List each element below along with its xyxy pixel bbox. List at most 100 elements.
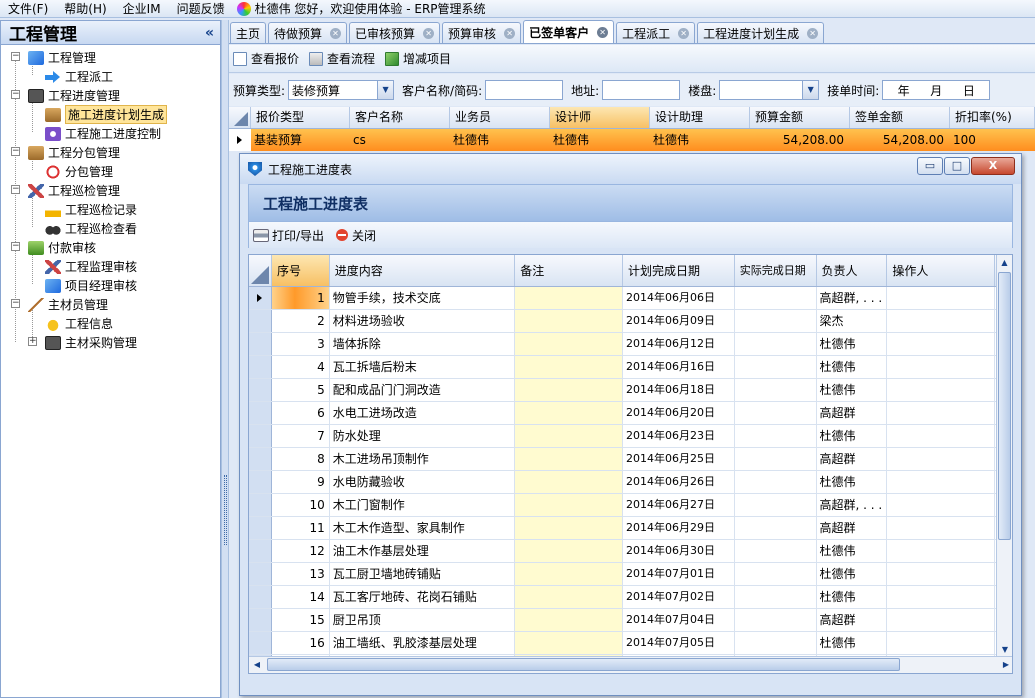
row-selector[interactable] xyxy=(249,517,272,539)
collapse-node-icon[interactable]: − xyxy=(11,185,20,194)
column-header-plan-date[interactable]: 计划完成日期 xyxy=(623,255,735,286)
table-row[interactable]: 9 水电防藏验收 2014年06月26日 杜德伟 xyxy=(249,471,1012,494)
table-row[interactable]: 6 水电工进场改造 2014年06月20日 高超群 xyxy=(249,402,1012,425)
tree-item-payment-review[interactable]: − 付款审核 xyxy=(1,238,220,257)
maximize-button[interactable]: □ xyxy=(944,157,970,175)
expand-node-icon[interactable]: + xyxy=(28,337,37,346)
row-selector[interactable] xyxy=(249,448,272,470)
cell-note[interactable] xyxy=(515,425,624,447)
tree-item-manager-review[interactable]: 项目经理审核 xyxy=(1,276,220,295)
user-status-icon[interactable] xyxy=(236,1,251,16)
column-header[interactable]: 业务员 xyxy=(450,107,550,128)
cell-actual-date[interactable] xyxy=(735,494,817,516)
cell-actual-date[interactable] xyxy=(735,586,817,608)
tree-item-material-purchase[interactable]: + 主材采购管理 xyxy=(1,333,220,352)
table-row[interactable]: 14 瓦工客厅地砖、花岗石铺贴 2014年07月02日 杜德伟 xyxy=(249,586,1012,609)
address-input[interactable] xyxy=(602,80,681,100)
row-selector[interactable] xyxy=(249,379,272,401)
collapse-node-icon[interactable]: − xyxy=(11,147,20,156)
cell-actual-date[interactable] xyxy=(735,356,817,378)
budget-type-select[interactable]: 装修预算 ▼ xyxy=(288,80,395,100)
cell-actual-date[interactable] xyxy=(735,448,817,470)
horizontal-scrollbar[interactable]: ◀ ▶ xyxy=(249,656,1012,673)
tree-item-schedule-generate[interactable]: 施工进度计划生成 xyxy=(1,105,220,124)
table-row[interactable]: 15 厨卫吊顶 2014年07月04日 高超群 xyxy=(249,609,1012,632)
close-icon[interactable]: ✕ xyxy=(504,27,516,39)
tree-item-project-management[interactable]: − 工程管理 xyxy=(1,48,220,67)
column-header[interactable]: 客户名称 xyxy=(350,107,450,128)
cell-note[interactable] xyxy=(515,494,624,516)
view-flow-button[interactable]: 查看流程 xyxy=(309,50,375,67)
cell-actual-date[interactable] xyxy=(735,287,817,309)
row-selector[interactable] xyxy=(249,333,272,355)
window-close-button[interactable]: X xyxy=(971,157,1015,175)
cell-actual-date[interactable] xyxy=(735,379,817,401)
table-row[interactable]: 7 防水处理 2014年06月23日 杜德伟 xyxy=(249,425,1012,448)
column-header-operator[interactable]: 操作人 xyxy=(887,255,996,286)
cell-operator[interactable] xyxy=(887,425,996,447)
cell-note[interactable] xyxy=(515,563,624,585)
menu-feedback[interactable]: 问题反馈 xyxy=(169,0,233,17)
table-row[interactable]: 2 材料进场验收 2014年06月09日 梁杰 xyxy=(249,310,1012,333)
column-header-note[interactable]: 备注 xyxy=(515,255,624,286)
column-header[interactable]: 签单金额 xyxy=(850,107,950,128)
cell-operator[interactable] xyxy=(887,494,996,516)
column-header[interactable]: 折扣率(%) xyxy=(950,107,1035,128)
cell-actual-date[interactable] xyxy=(735,609,817,631)
table-row[interactable]: 16 油工墙纸、乳胶漆基层处理 2014年07月05日 杜德伟 xyxy=(249,632,1012,655)
chevron-down-icon[interactable]: ▼ xyxy=(377,81,394,99)
tree-item-inspection-management[interactable]: − 工程巡检管理 xyxy=(1,181,220,200)
tree-item-subcontract[interactable]: 分包管理 xyxy=(1,162,220,181)
scroll-left-icon[interactable]: ◀ xyxy=(249,657,265,673)
tree-item-subcontract-management[interactable]: − 工程分包管理 xyxy=(1,143,220,162)
collapse-node-icon[interactable]: − xyxy=(11,242,20,251)
close-icon[interactable]: ✕ xyxy=(423,27,435,39)
table-row[interactable]: 5 配和成品门门洞改造 2014年06月18日 杜德伟 xyxy=(249,379,1012,402)
cell-note[interactable] xyxy=(515,471,624,493)
cell-note[interactable] xyxy=(515,609,624,631)
column-header-actual-date[interactable]: 实际完成日期 xyxy=(735,255,817,286)
menu-enterprise-im[interactable]: 企业IM xyxy=(115,0,169,17)
cell-operator[interactable] xyxy=(887,310,996,332)
table-row[interactable]: 4 瓦工拆墙后粉末 2014年06月16日 杜德伟 xyxy=(249,356,1012,379)
cell-note[interactable] xyxy=(515,586,624,608)
column-header-owner[interactable]: 负责人 xyxy=(817,255,888,286)
close-button[interactable]: 关闭 xyxy=(336,227,376,244)
table-row[interactable]: 基装预算 cs 杜德伟 杜德伟 杜德伟 54,208.00 54,208.00 … xyxy=(229,129,1035,151)
collapse-node-icon[interactable]: − xyxy=(11,52,20,61)
row-selector[interactable] xyxy=(249,540,272,562)
grid-corner[interactable] xyxy=(229,107,251,128)
cell-actual-date[interactable] xyxy=(735,540,817,562)
column-header[interactable]: 设计助理 xyxy=(650,107,750,128)
cell-operator[interactable] xyxy=(887,333,996,355)
print-export-button[interactable]: 打印/导出 xyxy=(253,227,324,244)
tree-item-supervisor-review[interactable]: 工程监理审核 xyxy=(1,257,220,276)
cell-operator[interactable] xyxy=(887,632,996,654)
tab-budget-review[interactable]: 预算审核 ✕ xyxy=(442,22,522,43)
row-selector[interactable] xyxy=(249,563,272,585)
customer-input[interactable] xyxy=(485,80,564,100)
cell-actual-date[interactable] xyxy=(735,425,817,447)
menu-help[interactable]: 帮助(H) xyxy=(56,0,114,17)
close-icon[interactable]: ✕ xyxy=(330,27,342,39)
view-quote-button[interactable]: 查看报价 xyxy=(233,50,299,67)
cell-actual-date[interactable] xyxy=(735,632,817,654)
column-header[interactable]: 设计师 xyxy=(550,107,650,128)
scroll-thumb[interactable] xyxy=(998,272,1011,540)
tree-item-dispatch[interactable]: 工程派工 xyxy=(1,67,220,86)
cell-note[interactable] xyxy=(515,632,624,654)
cell-operator[interactable] xyxy=(887,517,996,539)
tab-approved-budget[interactable]: 已审核预算 ✕ xyxy=(349,22,441,43)
vertical-scrollbar[interactable]: ▲ ▼ xyxy=(996,255,1012,658)
collapse-node-icon[interactable]: − xyxy=(11,90,20,99)
tree-item-inspection-view[interactable]: 工程巡检查看 xyxy=(1,219,220,238)
scroll-up-icon[interactable]: ▲ xyxy=(997,255,1012,271)
cell-operator[interactable] xyxy=(887,356,996,378)
cell-operator[interactable] xyxy=(887,379,996,401)
column-header[interactable]: 报价类型 xyxy=(251,107,350,128)
tree-item-inspection-record[interactable]: 工程巡检记录 xyxy=(1,200,220,219)
table-row[interactable]: 3 墙体拆除 2014年06月12日 杜德伟 xyxy=(249,333,1012,356)
cell-operator[interactable] xyxy=(887,471,996,493)
row-selector[interactable] xyxy=(249,586,272,608)
window-titlebar[interactable]: 工程施工进度表 ▭ □ X xyxy=(240,154,1021,184)
